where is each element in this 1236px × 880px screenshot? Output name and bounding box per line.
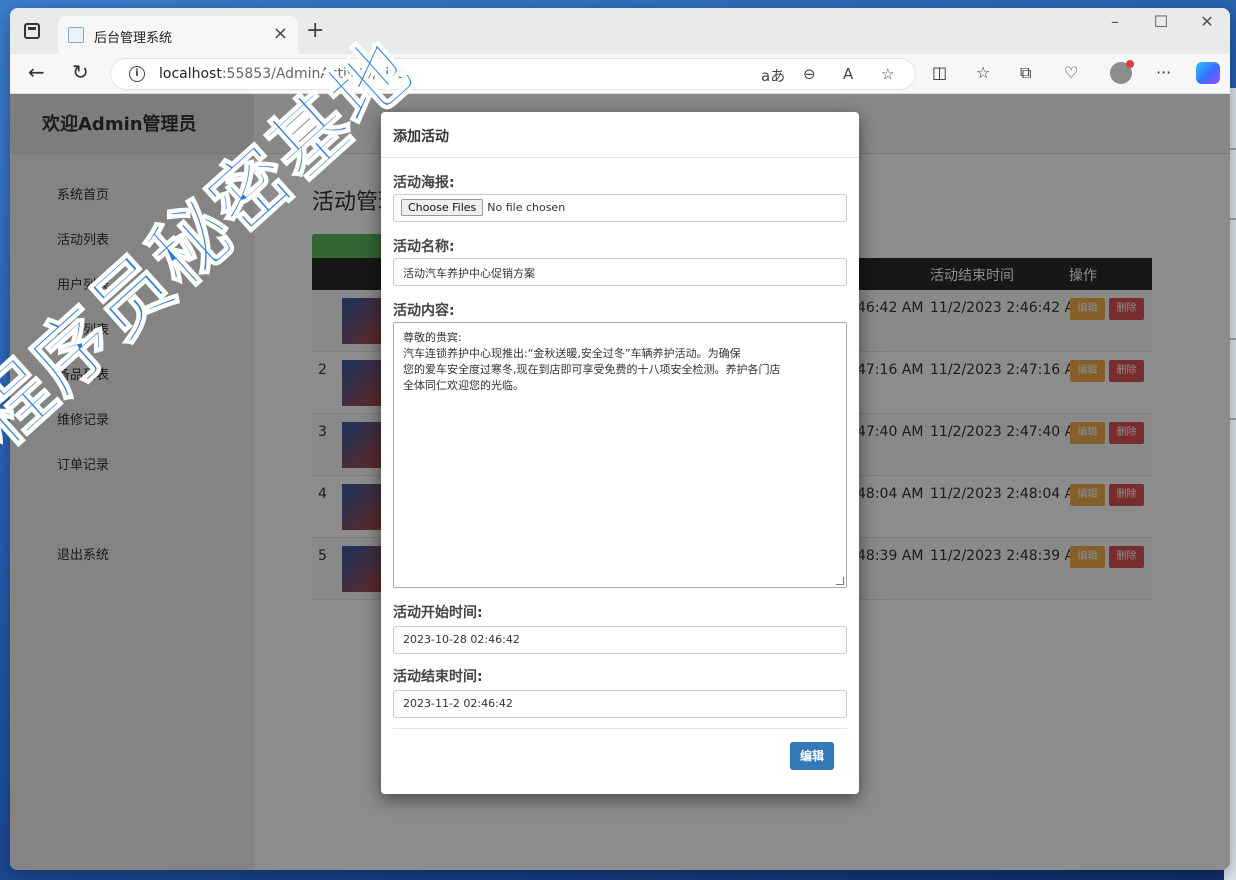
content-label: 活动内容: — [393, 303, 455, 319]
split-screen-icon[interactable]: ◫ — [932, 63, 947, 82]
activity-content-textarea[interactable]: 尊敬的贵宾: 汽车连锁养护中心现推出:“金秋送暖,安全过冬”车辆养护活动。为确保… — [393, 322, 847, 588]
poster-label: 活动海报: — [393, 175, 455, 191]
favorite-icon[interactable]: ☆ — [881, 65, 894, 83]
file-status: No file chosen — [487, 201, 566, 214]
modal-title: 添加活动 — [381, 112, 859, 158]
health-icon[interactable]: ♡ — [1064, 63, 1078, 82]
translate-icon[interactable]: aあ — [761, 65, 785, 86]
end-time-input[interactable]: 2023-11-2 02:46:42 — [393, 690, 847, 718]
favorites-icon[interactable]: ☆ — [976, 63, 990, 82]
tab-close-icon[interactable]: × — [273, 23, 288, 44]
collections-icon[interactable]: ⧉ — [1020, 63, 1031, 83]
content-line: 尊敬的贵宾: — [403, 331, 462, 344]
page-favicon-icon — [68, 27, 84, 43]
reload-icon[interactable]: ↻ — [72, 60, 89, 84]
browser-titlebar: 后台管理系统 × + – ☐ ✕ — [10, 8, 1230, 54]
content-line: 您的爱车安全度过寒冬,现在到店即可享受免费的十八项安全检测。养护各门店 — [403, 363, 781, 376]
page-content: 欢迎Admin管理员 系统首页 活动列表 用户列表 汽车列表 备品列表 维修记录… — [10, 94, 1230, 870]
tab-title: 后台管理系统 — [94, 31, 173, 46]
activity-name-input[interactable]: 活动汽车养护中心促销方案 — [393, 258, 847, 286]
more-icon[interactable]: ··· — [1156, 63, 1171, 82]
site-info-icon[interactable]: i — [129, 66, 145, 82]
start-time-label: 活动开始时间: — [393, 605, 483, 621]
copilot-icon[interactable] — [1196, 62, 1220, 84]
browser-tab[interactable]: 后台管理系统 × — [58, 16, 298, 54]
resize-handle-icon[interactable] — [836, 577, 844, 585]
back-icon[interactable]: ← — [28, 60, 45, 84]
start-time-input[interactable]: 2023-10-28 02:46:42 — [393, 626, 847, 654]
browser-window: 后台管理系统 × + – ☐ ✕ ← ↻ i localhost:55853/A… — [10, 8, 1230, 870]
zoom-out-icon[interactable]: ⊖ — [803, 65, 816, 83]
choose-files-button[interactable]: Choose Files — [401, 199, 484, 216]
end-time-label: 活动结束时间: — [393, 669, 483, 685]
address-bar: ← ↻ i localhost:55853/AdminActivity/List… — [10, 54, 1230, 94]
submit-edit-button[interactable]: 编辑 — [790, 742, 834, 770]
url-field[interactable]: i localhost:55853/AdminActivity/List aあ … — [110, 58, 916, 90]
profile-icon[interactable] — [1110, 60, 1134, 84]
add-activity-modal: 添加活动 活动海报: Choose Files No file chosen 活动… — [381, 112, 859, 794]
content-line: 汽车连锁养护中心现推出:“金秋送暖,安全过冬”车辆养护活动。为确保 — [403, 347, 741, 360]
window-close-icon[interactable]: ✕ — [1184, 12, 1230, 31]
new-tab-icon[interactable]: + — [306, 18, 324, 43]
minimize-icon[interactable]: – — [1092, 12, 1138, 31]
maximize-icon[interactable]: ☐ — [1138, 12, 1184, 31]
name-label: 活动名称: — [393, 239, 455, 255]
content-line: 全体同仁欢迎您的光临。 — [403, 379, 524, 392]
read-aloud-icon[interactable]: A — [843, 65, 853, 83]
poster-file-input[interactable]: Choose Files No file chosen — [393, 194, 847, 222]
modal-footer — [393, 728, 847, 729]
tab-actions-icon[interactable] — [24, 23, 40, 39]
url-text: localhost:55853/AdminActivity/List — [159, 66, 402, 82]
